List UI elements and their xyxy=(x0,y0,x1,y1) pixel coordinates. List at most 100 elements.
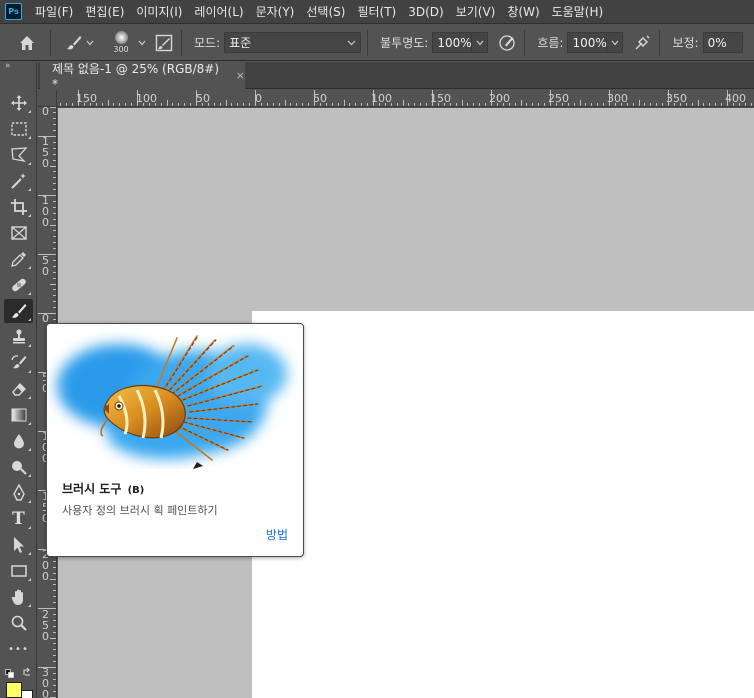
document-canvas[interactable] xyxy=(252,311,754,698)
path-selection-tool[interactable] xyxy=(4,533,33,557)
flow-input[interactable]: 100% xyxy=(567,32,608,53)
menu-filter[interactable]: 필터(T) xyxy=(357,3,396,20)
ruler-label: 0 xyxy=(42,107,49,118)
brush-settings-panel-icon[interactable] xyxy=(153,32,175,54)
type-tool[interactable]: T xyxy=(4,507,33,531)
close-icon[interactable]: × xyxy=(236,69,245,82)
tooltip-shortcut: (B) xyxy=(127,485,145,496)
document-tab-title: 제목 없음-1 @ 25% (RGB/8#) * xyxy=(52,62,220,91)
menu-edit[interactable]: 편집(E) xyxy=(85,3,124,20)
tooltip-learn-how-link[interactable]: 방법 xyxy=(266,526,288,543)
home-icon[interactable] xyxy=(16,32,38,54)
gradient-tool[interactable] xyxy=(4,403,33,427)
dodge-tool[interactable] xyxy=(4,455,33,479)
brush-size-picker[interactable]: 300 xyxy=(105,27,137,59)
ruler-label: 150 xyxy=(430,92,451,105)
chevron-down-icon[interactable] xyxy=(137,38,147,48)
lionfish-brush-demo-image xyxy=(47,324,303,469)
rectangle-tool[interactable] xyxy=(4,559,33,583)
document-tab[interactable]: 제목 없음-1 @ 25% (RGB/8#) * × xyxy=(40,62,245,91)
polygonal-lasso-icon xyxy=(10,147,28,163)
rectangle-shape-icon xyxy=(10,565,27,577)
default-colors-icon[interactable] xyxy=(5,667,14,678)
opacity-dropdown-button[interactable] xyxy=(472,32,489,53)
menu-select[interactable]: 선택(S) xyxy=(306,3,345,20)
submenu-indicator xyxy=(28,396,31,399)
pen-tool[interactable] xyxy=(4,481,33,505)
menu-file[interactable]: 파일(F) xyxy=(35,3,73,20)
brush-tool-rich-tooltip: 브러시 도구 (B) 사용자 정의 브러시 획 페인트하기 방법 xyxy=(46,323,304,557)
type-icon: T xyxy=(12,509,25,529)
submenu-indicator xyxy=(28,604,31,607)
healing-brush-tool[interactable] xyxy=(4,273,33,297)
menu-image[interactable]: 이미지(I) xyxy=(136,3,182,20)
ruler-label: 50 xyxy=(196,92,210,105)
ruler-origin[interactable] xyxy=(38,90,57,107)
chevron-down-icon xyxy=(347,40,356,46)
menu-layer[interactable]: 레이어(L) xyxy=(194,3,243,20)
more-tools-button[interactable]: ••• xyxy=(4,637,33,661)
horizontal-ruler[interactable]: 150 100 50 0 50 100 150 200 250 300 350 … xyxy=(57,90,754,107)
history-brush-tool[interactable] xyxy=(4,351,33,375)
flow-dropdown-button[interactable] xyxy=(607,32,624,53)
menu-view[interactable]: 보기(V) xyxy=(456,3,496,20)
zoom-tool[interactable] xyxy=(4,611,33,635)
water-drop-icon xyxy=(13,434,24,449)
magic-wand-tool[interactable] xyxy=(4,169,33,193)
blur-tool[interactable] xyxy=(4,429,33,453)
ruler-label: 50 xyxy=(313,92,327,105)
opacity-value: 100% xyxy=(437,35,472,50)
smoothing-input[interactable]: 0% xyxy=(702,32,743,53)
bandage-icon xyxy=(11,278,26,292)
eraser-tool[interactable] xyxy=(4,377,33,401)
marquee-tool[interactable] xyxy=(4,117,33,141)
brush-tool[interactable] xyxy=(4,299,33,323)
move-tool[interactable] xyxy=(4,91,33,115)
divider xyxy=(659,29,661,56)
swap-colors-icon[interactable] xyxy=(22,666,32,676)
options-bar: 300 모드: 표준 불투명도: 100% 흐름: 100% 보정: 0% xyxy=(0,25,754,61)
pen-icon xyxy=(12,484,25,501)
collapse-panel-button[interactable]: » xyxy=(0,62,36,72)
ruler-label: 200 xyxy=(489,92,510,105)
mode-select[interactable]: 표준 xyxy=(224,32,362,53)
crop-tool[interactable] xyxy=(4,195,33,219)
hand-tool[interactable] xyxy=(4,585,33,609)
divider xyxy=(181,29,182,56)
menu-window[interactable]: 창(W) xyxy=(507,3,539,20)
divider xyxy=(50,29,51,56)
history-brush-icon xyxy=(10,355,26,369)
pressure-opacity-icon[interactable] xyxy=(496,32,518,54)
frame-icon xyxy=(10,226,27,240)
eraser-icon xyxy=(11,382,26,396)
submenu-indicator xyxy=(28,162,31,165)
brush-preset-icon[interactable] xyxy=(63,32,85,54)
gradient-icon xyxy=(11,408,26,422)
ruler-label: 0 xyxy=(255,92,262,105)
ruler-label: 150 xyxy=(42,135,49,170)
eyedropper-tool[interactable] xyxy=(4,247,33,271)
magnifier-icon xyxy=(11,615,27,631)
chevron-down-icon xyxy=(611,40,619,45)
opacity-input[interactable]: 100% xyxy=(432,32,473,53)
airbrush-icon[interactable] xyxy=(631,32,653,54)
arrow-cursor-icon xyxy=(13,537,24,553)
tools-panel: » T ••• xyxy=(0,62,37,698)
ruler-label: 100 xyxy=(42,194,49,229)
photoshop-logo-icon: Ps xyxy=(5,3,22,20)
menu-help[interactable]: 도움말(H) xyxy=(552,3,604,20)
chevron-down-icon[interactable] xyxy=(85,38,95,48)
menu-3d[interactable]: 3D(D) xyxy=(408,5,443,19)
brush-tip-preview xyxy=(114,31,128,44)
ruler-label: 100 xyxy=(371,92,392,105)
submenu-indicator xyxy=(28,136,31,139)
eyedropper-icon xyxy=(10,252,26,267)
menu-type[interactable]: 문자(Y) xyxy=(256,3,295,20)
foreground-color-swatch[interactable] xyxy=(6,682,22,698)
clone-stamp-tool[interactable] xyxy=(4,325,33,349)
frame-tool[interactable] xyxy=(4,221,33,245)
menu-bar: Ps 파일(F) 편집(E) 이미지(I) 레이어(L) 문자(Y) 선택(S)… xyxy=(0,0,754,24)
lasso-tool[interactable] xyxy=(4,143,33,167)
divider xyxy=(524,29,526,56)
submenu-indicator xyxy=(28,188,31,191)
